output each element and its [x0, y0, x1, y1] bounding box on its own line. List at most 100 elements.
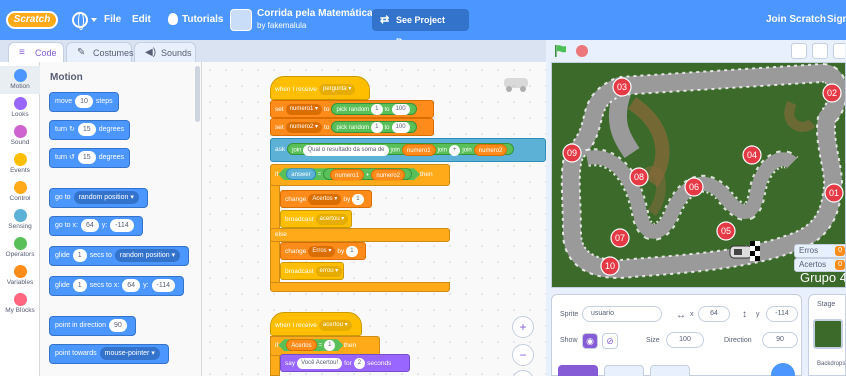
glide-to-xy-block[interactable]: glide 1 secs to x: 64 y: -114 — [49, 276, 185, 296]
addition-reporter[interactable]: numero1 + numero2 — [323, 168, 412, 180]
normal-stage-button[interactable] — [812, 43, 828, 59]
stage-backdrop-thumbnail[interactable] — [813, 319, 843, 349]
zoom-reset-button[interactable]: = — [512, 370, 534, 376]
category-looks[interactable]: Looks — [0, 94, 40, 122]
variable-dropdown[interactable]: numero2 ▾ — [285, 121, 323, 133]
race-car-sprite[interactable] — [729, 245, 753, 259]
numero2-reporter[interactable]: numero2 — [371, 169, 405, 181]
question-text-input[interactable]: Qual o resultado da soma de — [303, 144, 389, 156]
join-reporter[interactable]: join Qual o resultado da soma de join numer… — [287, 143, 515, 157]
sign-in-link[interactable]: Sign — [827, 0, 846, 40]
sprite-tile-selected[interactable] — [558, 365, 598, 376]
pick-random-reporter[interactable]: pick random 1 to 100 — [331, 121, 417, 134]
zoom-out-button[interactable]: − — [512, 344, 534, 366]
max-input[interactable]: 100 — [391, 122, 410, 134]
point-towards-block[interactable]: point towards mouse-pointer ▾ — [49, 344, 169, 364]
y-input[interactable]: -114 — [110, 218, 134, 232]
variable-dropdown[interactable]: Acertos ▾ — [308, 193, 342, 205]
file-menu[interactable]: File — [104, 0, 121, 40]
set-numero2-block[interactable]: set numero2 ▾ to pick random 1 to 100 — [270, 118, 434, 136]
glide-target-dropdown[interactable]: random position ▾ — [114, 248, 181, 262]
zoom-in-button[interactable]: + — [512, 316, 534, 338]
message-dropdown[interactable]: pergunta ▾ — [318, 83, 356, 95]
message-dropdown[interactable]: errou ▾ — [315, 265, 343, 277]
turn-left-block[interactable]: turn ↺ 15 degrees — [49, 148, 130, 168]
category-variables[interactable]: Variables — [0, 262, 40, 290]
small-stage-button[interactable] — [791, 43, 807, 59]
stage-target-panel[interactable]: Stage Backdrops — [808, 294, 846, 376]
glide-to-block[interactable]: glide 1 secs to random position ▾ — [49, 246, 190, 266]
change-erros-block[interactable]: change Erros ▾ by 1 — [280, 242, 366, 260]
if-else-block[interactable]: if answer = numero1 + numero2 then — [270, 164, 450, 186]
category-operators[interactable]: Operators — [0, 234, 40, 262]
pick-random-reporter[interactable]: pick random 1 to 100 — [331, 103, 417, 116]
max-input[interactable]: 100 — [391, 104, 410, 116]
category-control[interactable]: Control — [0, 178, 40, 206]
change-value-input[interactable]: 1 — [352, 193, 364, 205]
numero1-reporter[interactable]: numero1 — [330, 169, 364, 181]
degrees-input[interactable]: 15 — [77, 122, 96, 136]
x-input[interactable]: 64 — [122, 278, 141, 292]
language-globe-icon[interactable] — [72, 12, 88, 30]
tab-costumes[interactable]: ✎ Costumes — [66, 42, 134, 62]
sprite-tile[interactable] — [604, 365, 644, 376]
steps-input[interactable]: 10 — [75, 94, 93, 108]
equals-operator[interactable]: answer = numero1 + numero2 — [278, 168, 420, 180]
turn-right-block[interactable]: turn ↻ 15 degrees — [49, 120, 130, 140]
go-to-block[interactable]: go to random position ▾ — [49, 188, 148, 208]
degrees-input[interactable]: 15 — [77, 150, 96, 164]
point-towards-dropdown[interactable]: mouse-pointer ▾ — [99, 346, 160, 360]
y-input[interactable]: -114 — [151, 278, 176, 292]
category-sensing[interactable]: Sensing — [0, 206, 40, 234]
say-text-input[interactable]: Você Acertou! — [297, 357, 343, 369]
size-input[interactable]: 100 — [666, 332, 704, 348]
category-events[interactable]: Events — [0, 150, 40, 178]
min-input[interactable]: 1 — [371, 104, 383, 116]
show-visible-eye-icon[interactable]: ◉ — [582, 333, 598, 349]
equals-operator[interactable]: Acertos = 1 — [278, 339, 343, 351]
message-dropdown[interactable]: acertou ▾ — [318, 319, 352, 331]
say-for-secs-block[interactable]: say Você Acertou! for 2 seconds — [280, 354, 410, 372]
fullscreen-button[interactable] — [833, 43, 845, 59]
variable-dropdown[interactable]: Erros ▾ — [308, 245, 336, 257]
secs-input[interactable]: 2 — [353, 357, 366, 369]
broadcast-acertou-block[interactable]: broadcast acertou ▾ — [280, 210, 352, 228]
broadcast-errou-block[interactable]: broadcast errou ▾ — [280, 262, 344, 280]
palette-scrollbar[interactable] — [195, 66, 200, 122]
go-to-target-dropdown[interactable]: random position ▾ — [73, 190, 139, 204]
set-numero1-block[interactable]: set numero1 ▾ to pick random 1 to 100 — [270, 100, 434, 118]
when-i-receive-pergunta-hat[interactable]: when I receive pergunta ▾ — [270, 76, 370, 100]
direction-input[interactable]: 90 — [762, 332, 798, 348]
scratch-logo[interactable]: Scratch — [6, 11, 58, 29]
change-value-input[interactable]: 1 — [346, 245, 358, 257]
plus-text-input[interactable]: + — [448, 144, 461, 156]
category-my-blocks[interactable]: My Blocks — [0, 290, 40, 318]
min-input[interactable]: 1 — [371, 122, 383, 134]
when-i-receive-acertou-hat[interactable]: when I receive acertou ▾ — [270, 312, 362, 336]
secs-input[interactable]: 1 — [72, 248, 87, 262]
direction-input[interactable]: 90 — [108, 318, 127, 332]
edit-menu[interactable]: Edit — [132, 0, 151, 40]
join-scratch-link[interactable]: Join Scratch — [766, 0, 826, 40]
sprite-name-input[interactable]: usuario — [582, 306, 662, 322]
y-input[interactable]: -114 — [766, 306, 798, 322]
numero2-reporter[interactable]: numero2 — [473, 144, 508, 157]
see-project-page-button[interactable]: ⇄ See Project Page — [372, 9, 469, 47]
answer-reporter[interactable]: answer — [286, 168, 315, 180]
go-to-xy-block[interactable]: go to x: 64 y: -114 — [49, 216, 143, 236]
choose-sprite-button[interactable] — [771, 363, 795, 376]
category-sound[interactable]: Sound — [0, 122, 40, 150]
if-acertos-block[interactable]: if Acertos = 1 then — [270, 336, 380, 356]
acertos-reporter[interactable]: Acertos — [286, 339, 316, 351]
compare-value-input[interactable]: 1 — [324, 340, 335, 351]
sprite-tile[interactable] — [650, 365, 690, 376]
numero1-reporter[interactable]: numero1 — [401, 144, 436, 157]
x-input[interactable]: 64 — [698, 306, 730, 322]
green-flag-icon[interactable] — [554, 44, 568, 58]
point-in-direction-block[interactable]: point in direction 90 — [49, 316, 136, 336]
erros-monitor[interactable]: Erros 0 — [794, 244, 845, 258]
tab-sounds[interactable]: ◀) Sounds — [134, 42, 196, 62]
ask-and-wait-block[interactable]: ask join Qual o resultado da soma de join nu… — [270, 138, 546, 162]
chevron-down-icon[interactable] — [91, 18, 97, 22]
tab-code[interactable]: ≡ Code — [8, 42, 64, 62]
